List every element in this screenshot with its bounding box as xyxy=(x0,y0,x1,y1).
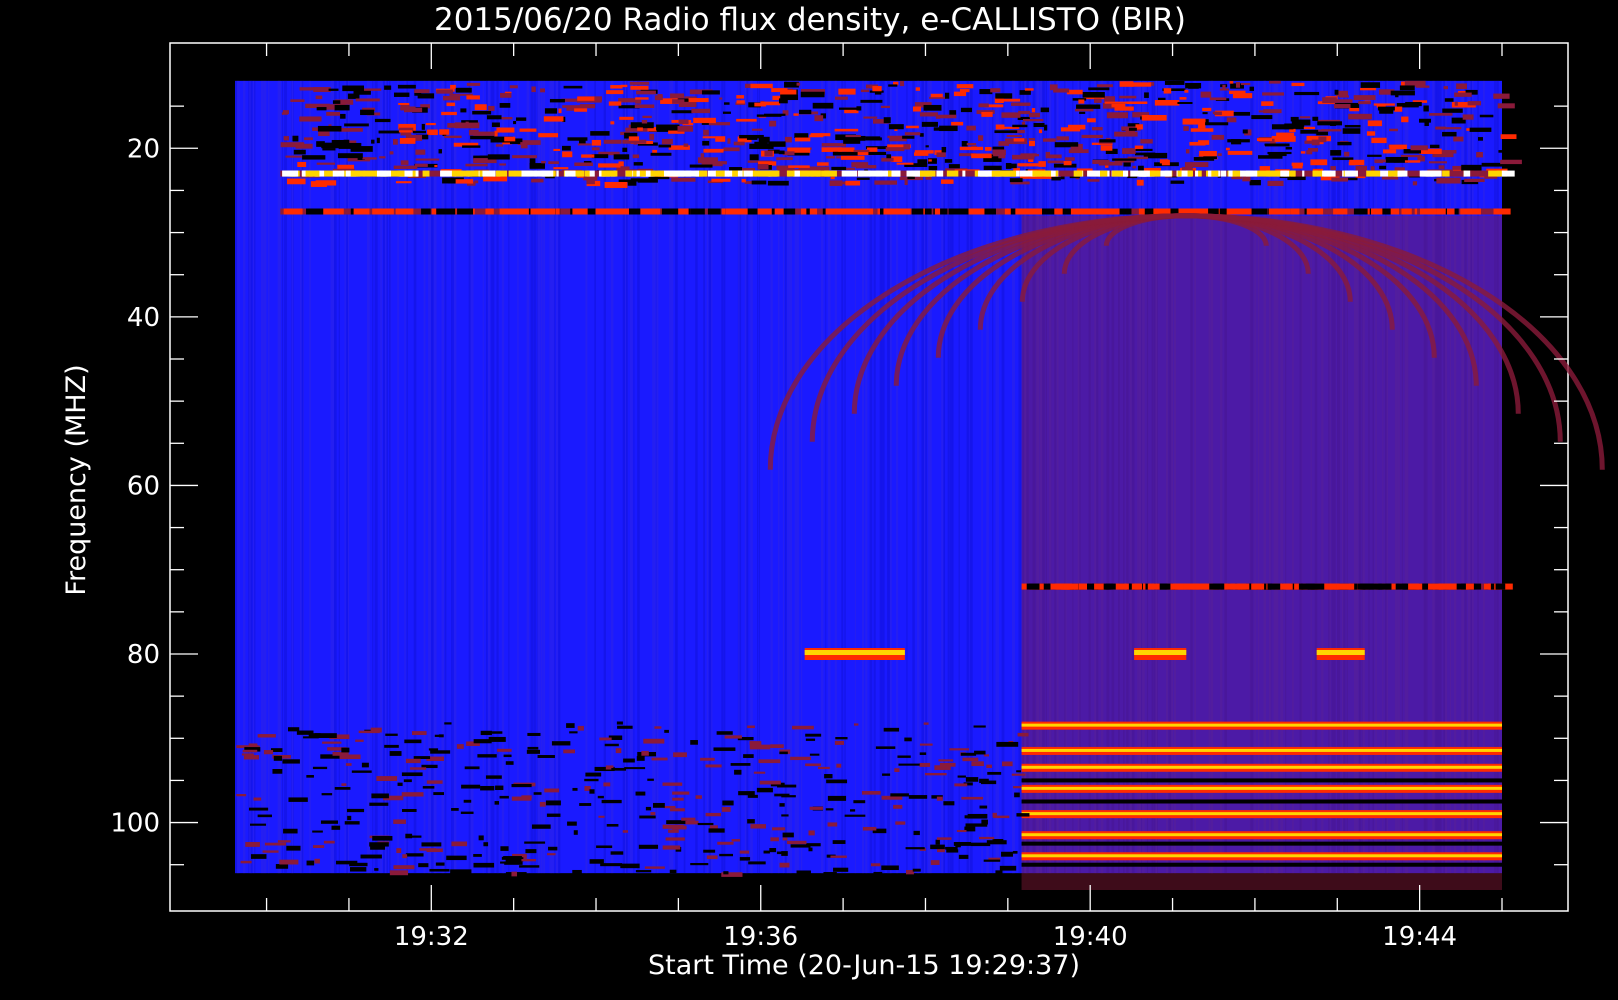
feature-rfi-line-2 xyxy=(280,208,1511,215)
y-tick-label-60: 60 xyxy=(127,471,160,501)
spectrogram-chart: 2015/06/20 Radio flux density, e-CALLIST… xyxy=(61,2,1605,981)
y-tick-label-40: 40 xyxy=(127,303,160,333)
chart-title: 2015/06/20 Radio flux density, e-CALLIST… xyxy=(434,2,1186,38)
feature-rfi-burst-6 xyxy=(1134,648,1187,660)
x-tick-label-1944: 19:44 xyxy=(1382,922,1457,952)
x-axis-label: Start Time (20-Jun-15 19:29:37) xyxy=(648,950,1080,981)
feature-rfi-burst-5 xyxy=(804,648,905,660)
feature-rfi-line-1 xyxy=(280,170,1515,177)
x-tick-label-1932: 19:32 xyxy=(394,922,469,952)
feature-rfi-burst-7 xyxy=(1316,648,1365,660)
x-tick-label-1936: 19:36 xyxy=(723,922,798,952)
y-tick-label-80: 80 xyxy=(127,640,160,670)
y-tick-label-100: 100 xyxy=(110,809,160,839)
x-tick-label-1940: 19:40 xyxy=(1053,922,1128,952)
spectrogram-image xyxy=(235,80,1605,890)
feature-rfi-line-4 xyxy=(1021,583,1513,590)
y-axis-label: Frequency (MHZ) xyxy=(61,364,92,595)
y-tick-label-20: 20 xyxy=(127,134,160,164)
